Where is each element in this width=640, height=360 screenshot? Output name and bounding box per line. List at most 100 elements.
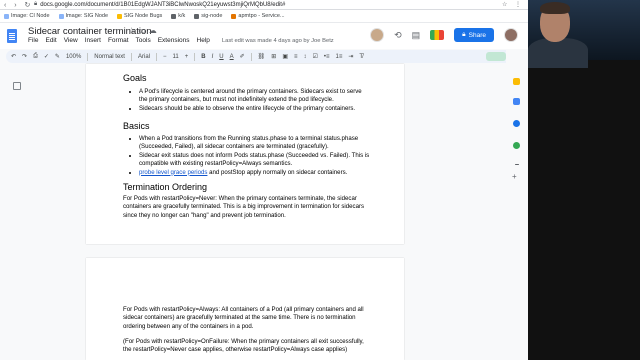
menu-insert[interactable]: Insert <box>85 37 101 44</box>
indent-icon[interactable]: ⇥ <box>348 53 353 60</box>
add-comment-icon[interactable]: ⊞ <box>271 53 276 60</box>
add-addon-icon[interactable]: + <box>512 172 519 181</box>
browser-address-bar[interactable]: ‹ › ↻ 🔒︎ docs.google.com/document/d/1B01… <box>0 0 528 10</box>
document-outline-icon[interactable] <box>13 82 21 90</box>
menu-tools[interactable]: Tools <box>136 37 151 44</box>
undo-icon[interactable]: ↶ <box>11 53 16 60</box>
clear-formatting-icon[interactable]: T̸ <box>359 54 363 60</box>
formatting-toolbar: ↶ ↷ ⎙ ✓ ✎ 100% Normal text Arial − 11 + … <box>6 50 522 63</box>
menu-format[interactable]: Format <box>108 37 129 44</box>
maps-icon[interactable] <box>513 142 520 149</box>
underline-button[interactable]: U <box>219 54 223 60</box>
collaborator-avatar[interactable] <box>370 28 385 42</box>
bookmark-item[interactable]: Image: SIG Node <box>58 13 108 19</box>
list-item: A Pod's lifecycle is centered around the… <box>139 88 371 105</box>
image-icon[interactable]: ▣ <box>282 53 288 60</box>
paragraph: For Pods with restartPolicy=Never: When … <box>123 195 365 219</box>
probe-grace-periods-link[interactable]: probe level grace periods <box>139 169 207 176</box>
side-panel: + <box>506 50 528 360</box>
goals-list: A Pod's lifecycle is centered around the… <box>139 88 371 113</box>
paint-format-icon[interactable]: ✎ <box>55 53 60 60</box>
lock-icon: 🔒︎ <box>34 1 38 7</box>
bookmark-item[interactable]: SIG Node Bugs <box>117 13 162 19</box>
comments-icon[interactable]: ▤ <box>412 30 421 41</box>
bookmark-icon <box>194 13 200 19</box>
presenter-hair <box>540 2 570 14</box>
editing-mode-button[interactable] <box>485 52 506 61</box>
font-size-decrease[interactable]: − <box>163 54 167 60</box>
title-actions: ☆▭☁ <box>128 26 160 35</box>
toolbar-divider <box>130 52 132 61</box>
webcam-video <box>528 0 640 360</box>
contacts-icon[interactable] <box>513 120 520 127</box>
panel-divider <box>515 164 519 165</box>
spellcheck-icon[interactable]: ✓ <box>44 53 49 60</box>
line-spacing-icon[interactable]: ↕ <box>304 54 307 60</box>
bookmarks-bar: Image: CI Node Image: SIG Node SIG Node … <box>0 10 528 23</box>
checklist-icon[interactable]: ☑ <box>313 53 318 60</box>
tasks-icon[interactable] <box>513 98 520 105</box>
numbered-list-icon[interactable]: 1≡ <box>336 54 343 60</box>
font-size-increase[interactable]: + <box>185 54 189 60</box>
bookmark-icon <box>171 13 177 19</box>
list-item: Sidecars should be able to observe the e… <box>139 105 371 113</box>
document-page[interactable]: For Pods with restartPolicy=Always: All … <box>86 258 404 360</box>
list-item: probe level grace periods and postStop a… <box>139 169 371 177</box>
heading-basics: Basics <box>123 121 150 131</box>
star-icon[interactable]: ☆ <box>128 26 138 35</box>
bookmark-icon <box>58 13 64 19</box>
menu-extensions[interactable]: Extensions <box>158 37 190 44</box>
font-size-input[interactable]: 11 <box>173 54 179 60</box>
menu-help[interactable]: Help <box>197 37 210 44</box>
document-canvas[interactable]: Goals A Pod's lifecycle is centered arou… <box>0 64 528 360</box>
bookmark-item[interactable]: Image: CI Node <box>4 13 50 19</box>
menu-view[interactable]: View <box>64 37 78 44</box>
move-folder-icon[interactable]: ▭ <box>138 26 149 35</box>
header-actions: ⟲ ▤ 🔒︎ Share <box>370 28 518 42</box>
presenter-body <box>528 38 588 68</box>
share-button[interactable]: 🔒︎ Share <box>454 28 494 42</box>
paragraph: (For Pods with restartPolicy=OnFailure: … <box>123 338 364 354</box>
bold-button[interactable]: B <box>201 54 205 60</box>
font-select[interactable]: Arial <box>138 54 150 60</box>
meet-icon[interactable] <box>430 30 445 40</box>
keep-icon[interactable] <box>513 78 520 85</box>
toolbar-divider <box>87 52 89 61</box>
basics-list: When a Pod transitions from the Running … <box>139 135 371 177</box>
heading-goals: Goals <box>123 73 147 83</box>
browser-nav-icons[interactable]: ‹ › ↻ <box>4 1 34 9</box>
comment-history-icon[interactable]: ⟲ <box>394 30 402 41</box>
bookmark-icon <box>117 13 123 19</box>
docs-header: Sidecar container termination ☆▭☁ File E… <box>0 23 528 49</box>
url-text[interactable]: docs.google.com/document/d/1B01EdgWJANT3… <box>40 2 285 8</box>
style-select[interactable]: Normal text <box>94 54 125 60</box>
last-edit-link[interactable]: Last edit was made 4 days ago by Joe Bet… <box>222 38 334 45</box>
align-icon[interactable]: ≡ <box>294 54 298 60</box>
cloud-status-icon[interactable]: ☁ <box>149 26 160 35</box>
highlight-icon[interactable]: ✐ <box>240 53 245 60</box>
bookmark-item[interactable]: sig-node <box>194 13 222 19</box>
list-item: When a Pod transitions from the Running … <box>139 135 371 152</box>
docs-logo-icon[interactable] <box>7 29 17 43</box>
heading-termination-ordering: Termination Ordering <box>123 182 208 192</box>
toolbar-divider <box>250 52 252 61</box>
bookmark-item[interactable]: apmtpo - Service... <box>231 13 285 19</box>
zoom-select[interactable]: 100% <box>66 54 81 60</box>
redo-icon[interactable]: ↷ <box>22 53 27 60</box>
paragraph: For Pods with restartPolicy=Always: All … <box>123 306 364 330</box>
lock-icon: 🔒︎ <box>462 31 466 38</box>
menu-file[interactable]: File <box>28 37 38 44</box>
menu-edit[interactable]: Edit <box>45 37 56 44</box>
italic-button[interactable]: I <box>212 54 214 60</box>
browser-actions-icons[interactable]: ☆ ⋮ <box>502 1 524 8</box>
list-item: Sidecar exit status does not inform Pods… <box>139 152 371 169</box>
bookmark-item[interactable]: k/k <box>171 13 185 19</box>
print-icon[interactable]: ⎙ <box>33 53 38 60</box>
document-page[interactable]: Goals A Pod's lifecycle is centered arou… <box>86 64 404 244</box>
account-avatar[interactable] <box>504 28 518 42</box>
bulleted-list-icon[interactable]: •≡ <box>324 54 330 60</box>
list-item-text: and postStop apply normally on sidecar c… <box>207 168 348 176</box>
text-color-button[interactable]: A <box>230 54 234 60</box>
link-icon[interactable]: ⛓ <box>258 53 266 60</box>
menu-bar: File Edit View Insert Format Tools Exten… <box>28 37 334 44</box>
